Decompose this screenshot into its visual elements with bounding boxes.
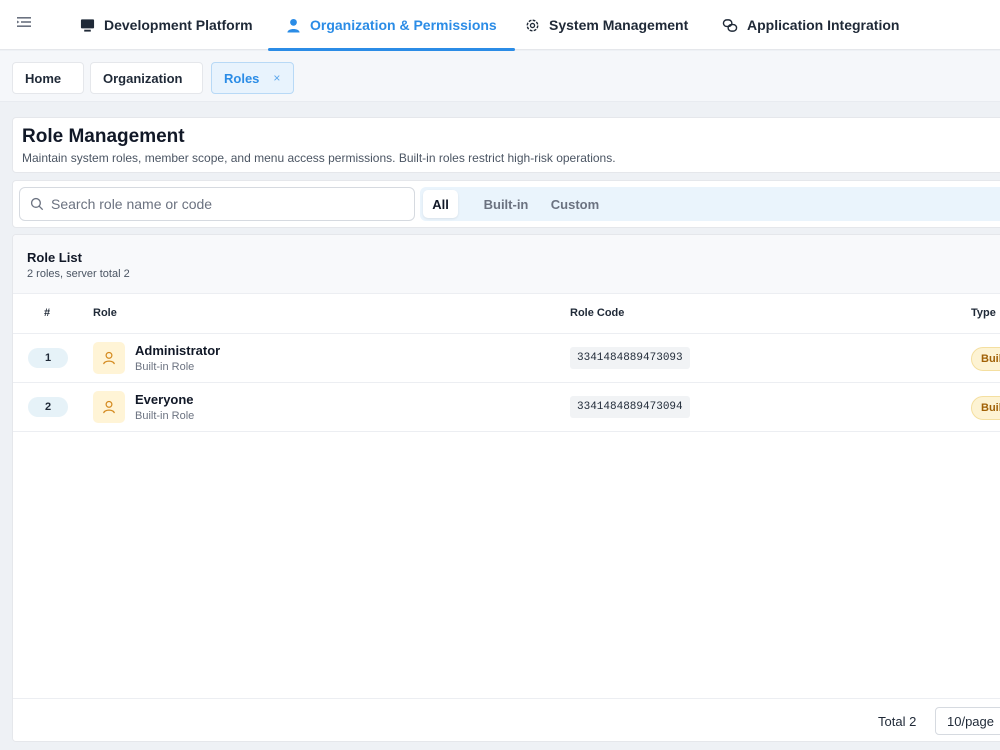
link-icon bbox=[722, 18, 738, 32]
page-size-select[interactable]: 10/page bbox=[935, 707, 1000, 735]
search-icon bbox=[30, 197, 44, 211]
table-header: # Role Role Code Type bbox=[13, 294, 1000, 334]
role-name: Administrator bbox=[135, 343, 221, 358]
page-tab-label: Roles bbox=[224, 70, 260, 86]
filter-built-in-button[interactable]: Built-in bbox=[470, 190, 542, 218]
nav-tab-label: Application Integration bbox=[747, 17, 900, 33]
page-title: Role Management bbox=[22, 126, 185, 147]
column-header-type[interactable]: Type bbox=[971, 307, 996, 319]
role-code: 3341484889473094 bbox=[570, 396, 690, 418]
user-icon bbox=[287, 18, 300, 33]
close-tab-icon[interactable]: × bbox=[273, 71, 280, 85]
role-subtitle: Built-in Role bbox=[135, 410, 195, 422]
type-badge: Built-in bbox=[971, 347, 1000, 371]
page-description: Maintain system roles, member scope, and… bbox=[22, 151, 616, 165]
filter-custom-button[interactable]: Custom bbox=[544, 190, 606, 218]
page-tab-organization[interactable]: Organization bbox=[90, 62, 203, 94]
user-outline-icon bbox=[103, 351, 115, 365]
table-row[interactable]: 1 Administrator Built-in Role 3341484889… bbox=[13, 334, 1000, 383]
page-tab-roles[interactable]: Roles × bbox=[211, 62, 294, 94]
search-input[interactable] bbox=[51, 196, 391, 212]
column-header-number: # bbox=[44, 307, 51, 319]
avatar bbox=[93, 391, 125, 423]
column-header-role: Role bbox=[93, 307, 117, 319]
pagination-total: Total 2 bbox=[878, 714, 917, 729]
page-tab-label: Home bbox=[25, 70, 62, 86]
user-outline-icon bbox=[103, 400, 115, 414]
role-list-card: Role List 2 roles, server total 2 # Role… bbox=[12, 234, 1000, 742]
avatar bbox=[93, 342, 125, 374]
filter-all-button[interactable]: All bbox=[423, 190, 458, 218]
gear-icon bbox=[526, 19, 539, 31]
role-code: 3341484889473093 bbox=[570, 347, 690, 369]
role-name: Everyone bbox=[135, 392, 194, 407]
page-tab-bar: Home Organization Roles × bbox=[0, 51, 1000, 102]
table-row[interactable]: 2 Everyone Built-in Role 334148488947309… bbox=[13, 383, 1000, 432]
page-tab-label: Organization bbox=[103, 70, 183, 86]
nav-tab-label: System Management bbox=[549, 17, 689, 33]
row-number: 1 bbox=[28, 348, 68, 368]
role-list-count: 2 roles, server total 2 bbox=[27, 268, 130, 280]
nav-tab-system-management[interactable]: System Management bbox=[525, 0, 688, 50]
nav-tab-organization-permissions[interactable]: Organization & Permissions bbox=[268, 0, 515, 51]
role-list-title: Role List bbox=[27, 250, 82, 265]
search-box bbox=[19, 187, 415, 221]
filter-bar: All Built-in Custom bbox=[12, 180, 1000, 228]
role-type-filter: All Built-in Custom bbox=[420, 187, 1000, 221]
nav-tab-application-integration[interactable]: Application Integration bbox=[722, 0, 899, 50]
top-navigation: Development Platform Organization & Perm… bbox=[0, 0, 1000, 51]
page-tab-home[interactable]: Home bbox=[12, 62, 84, 94]
nav-tab-label: Organization & Permissions bbox=[310, 17, 497, 33]
role-list-header: Role List 2 roles, server total 2 bbox=[13, 235, 1000, 294]
nav-tab-development-platform[interactable]: Development Platform bbox=[80, 0, 253, 50]
type-badge: Built-in bbox=[971, 396, 1000, 420]
page-header: Role Management Maintain system roles, m… bbox=[12, 117, 1000, 173]
pagination: Total 2 10/page bbox=[13, 698, 1000, 741]
row-number: 2 bbox=[28, 397, 68, 417]
nav-tab-label: Development Platform bbox=[104, 17, 253, 33]
role-subtitle: Built-in Role bbox=[135, 361, 195, 373]
column-header-role-code: Role Code bbox=[570, 307, 625, 319]
monitor-icon bbox=[80, 18, 95, 32]
menu-collapse-icon[interactable] bbox=[16, 14, 32, 30]
